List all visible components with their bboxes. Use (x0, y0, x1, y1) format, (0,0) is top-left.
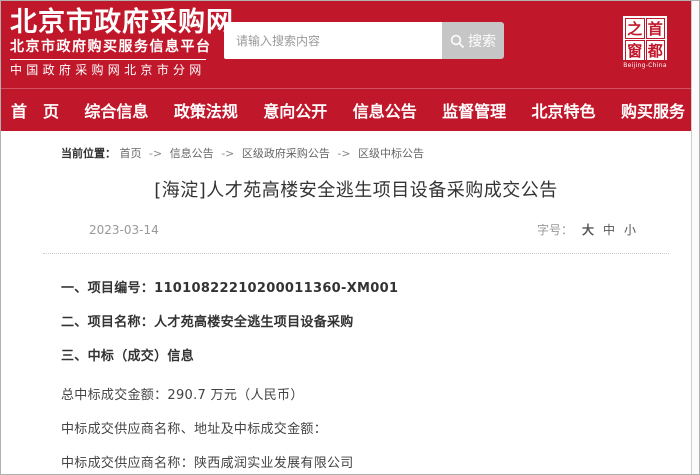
browser-page: 北京市政府采购网 北京市政府购买服务信息平台 中国政府采购网北京市分网 搜索 之 (0, 0, 700, 475)
supplier-name-line: 中标成交供应商名称：陕西咸润实业发展有限公司 (61, 457, 669, 471)
award-info-heading: 三、中标（成交）信息 (61, 350, 669, 364)
nav-item-intent-disclosure[interactable]: 意向公开 (263, 98, 327, 122)
breadcrumb-home[interactable]: 首页 (120, 147, 142, 160)
divider (43, 253, 669, 254)
site-subtitle: 北京市政府购买服务信息平台 (10, 39, 216, 56)
main-nav: 首 页 综合信息 政策法规 意向公开 信息公告 监督管理 北京特色 购买服务 (1, 89, 699, 131)
nav-item-purchase-services[interactable]: 购买服务 (621, 98, 685, 122)
nav-item-comprehensive-info[interactable]: 综合信息 (84, 98, 148, 122)
nav-item-home[interactable]: 首 页 (11, 98, 59, 122)
search-button[interactable]: 搜索 (442, 22, 504, 59)
project-number-line: 一、项目编号：11010822210200011360-XM001 (61, 282, 669, 296)
project-name-line: 二、项目名称：人才苑高楼安全逃生项目设备采购 (61, 316, 669, 330)
nav-item-policies[interactable]: 政策法规 (174, 98, 238, 122)
article-body: 一、项目编号：11010822210200011360-XM001 二、项目名称… (43, 282, 669, 471)
search-bar: 搜索 (224, 22, 504, 59)
publish-date: 2023-03-14 (89, 223, 159, 237)
font-size-medium-button[interactable]: 中 (603, 221, 615, 238)
site-logo[interactable]: 北京市政府采购网 北京市政府购买服务信息平台 中国政府采购网北京市分网 (1, 1, 216, 77)
logo-divider (10, 59, 206, 60)
seal-char: 首 (646, 18, 666, 39)
nav-item-supervision[interactable]: 监督管理 (442, 98, 506, 122)
breadcrumb: 当前位置： 首页 -> 信息公告 -> 区级政府采购公告 -> 区级中标公告 (61, 145, 669, 161)
supplier-info-heading: 中标成交供应商名称、地址及中标成交金额： (61, 423, 669, 437)
site-header: 北京市政府采购网 北京市政府购买服务信息平台 中国政府采购网北京市分网 搜索 之 (1, 1, 699, 89)
nav-item-announcements[interactable]: 信息公告 (353, 98, 417, 122)
breadcrumb-label: 当前位置： (61, 147, 116, 160)
breadcrumb-separator: -> (221, 147, 234, 160)
site-tagline: 中国政府采购网北京市分网 (10, 63, 216, 77)
nav-item-beijing-features[interactable]: 北京特色 (532, 98, 596, 122)
site-title: 北京市政府采购网 (10, 8, 216, 38)
seal-char: 都 (646, 40, 666, 61)
capital-window-seal[interactable]: 之 首 窗 都 Beijing-China (623, 16, 667, 69)
font-size-small-button[interactable]: 小 (624, 221, 636, 238)
total-amount-line: 总中标成交金额：290.7 万元（人民币） (61, 389, 669, 403)
font-size-control: 字号： 大 中 小 (537, 221, 636, 238)
breadcrumb-district-procurement[interactable]: 区级政府采购公告 (242, 147, 330, 160)
content-area: 当前位置： 首页 -> 信息公告 -> 区级政府采购公告 -> 区级中标公告 [… (1, 131, 699, 471)
seal-icon: 之 首 窗 都 (623, 16, 667, 60)
seal-caption: Beijing-China (623, 62, 667, 69)
article-meta: 2023-03-14 字号： 大 中 小 (43, 221, 669, 238)
seal-char: 之 (625, 18, 645, 39)
page-title: [海淀]人才苑高楼安全逃生项目设备采购成交公告 (43, 176, 669, 202)
search-icon (450, 34, 464, 48)
breadcrumb-separator: -> (149, 147, 162, 160)
breadcrumb-announcements[interactable]: 信息公告 (170, 147, 214, 160)
vertical-scrollbar[interactable] (691, 1, 699, 474)
font-size-label: 字号： (537, 221, 573, 238)
font-size-large-button[interactable]: 大 (582, 221, 594, 238)
search-button-label: 搜索 (468, 31, 496, 51)
search-input[interactable] (224, 22, 442, 59)
breadcrumb-separator: -> (337, 147, 350, 160)
breadcrumb-district-award[interactable]: 区级中标公告 (358, 147, 424, 160)
seal-char: 窗 (625, 40, 645, 61)
